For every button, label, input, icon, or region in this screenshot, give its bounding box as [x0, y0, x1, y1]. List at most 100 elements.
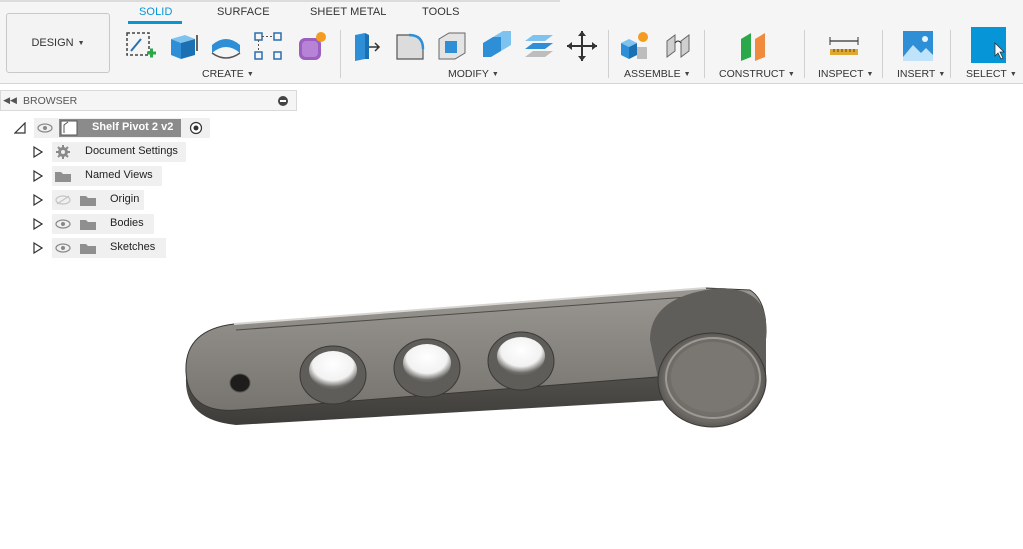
- caret-down-icon: ▼: [866, 70, 874, 78]
- lightening-hole-1: [309, 351, 357, 389]
- select-tool[interactable]: [970, 27, 1006, 64]
- create-form-tool[interactable]: [294, 28, 330, 64]
- joint-tool[interactable]: [660, 28, 696, 64]
- move-copy-tool[interactable]: [564, 28, 600, 64]
- browser-item-named-views[interactable]: Named Views: [0, 166, 300, 186]
- replace-face-tool[interactable]: [520, 28, 556, 64]
- design-workspace-dropdown[interactable]: DESIGN ▼: [6, 13, 110, 73]
- new-component-tool[interactable]: [616, 28, 652, 64]
- expand-triangle-icon[interactable]: [33, 218, 43, 230]
- select-icon: [971, 27, 1006, 63]
- folder-icon: [55, 172, 71, 182]
- collapse-triangle-icon[interactable]: [14, 122, 26, 134]
- construct-menu[interactable]: CONSTRUCT ▼: [719, 68, 795, 80]
- browser-item-origin[interactable]: Origin: [0, 190, 300, 210]
- modify-menu-label: MODIFY: [448, 68, 489, 80]
- offset-plane-tool[interactable]: [736, 28, 772, 64]
- replace-face-icon: [525, 35, 553, 57]
- combine-icon: [483, 31, 511, 57]
- create-menu-label: CREATE: [202, 68, 244, 80]
- toolbar-separator: [704, 30, 705, 78]
- component-icon: [60, 120, 78, 136]
- caret-down-icon: ▼: [1009, 70, 1017, 78]
- design-workspace-label: DESIGN: [31, 37, 74, 49]
- extrude-tool[interactable]: [164, 28, 200, 64]
- insert-canvas-tool[interactable]: [900, 28, 936, 64]
- pattern-tool[interactable]: [250, 28, 286, 64]
- press-pull-icon: [355, 33, 381, 61]
- folder-icon: [80, 220, 96, 230]
- toolbar: DESIGN ▼ SOLID SURFACE SHEET METAL TOOLS: [0, 0, 1023, 84]
- move-arrows-icon: [567, 31, 597, 61]
- browser-root-node[interactable]: Shelf Pivot 2 v2: [0, 118, 300, 138]
- shell-tool[interactable]: [434, 28, 470, 64]
- browser-header: ◀◀ BROWSER: [0, 90, 297, 111]
- insert-menu-label: INSERT: [897, 68, 936, 80]
- expand-triangle-icon[interactable]: [33, 170, 43, 182]
- offset-plane-icon: [741, 33, 765, 61]
- browser-item-label: Origin: [110, 193, 140, 205]
- browser-item-document-settings[interactable]: Document Settings: [0, 142, 300, 162]
- folder-icon: [80, 244, 96, 254]
- revolve-icon: [211, 39, 241, 59]
- select-menu[interactable]: SELECT ▼: [966, 68, 1017, 80]
- eye-hidden-icon[interactable]: [55, 195, 71, 205]
- modify-menu[interactable]: MODIFY ▼: [448, 68, 499, 80]
- eye-icon[interactable]: [55, 243, 71, 253]
- revolve-tool[interactable]: [208, 28, 244, 64]
- lightening-hole-3: [497, 337, 545, 375]
- active-tab-indicator: [128, 21, 182, 24]
- lightening-hole-2: [403, 344, 451, 382]
- toolbar-separator: [340, 30, 341, 78]
- measure-tool[interactable]: [826, 28, 862, 64]
- caret-down-icon: ▼: [246, 70, 254, 78]
- expand-triangle-icon[interactable]: [33, 194, 43, 206]
- 3d-viewport-model[interactable]: [150, 260, 800, 460]
- construct-menu-label: CONSTRUCT: [719, 68, 785, 80]
- folder-icon: [80, 196, 96, 206]
- fillet-tool[interactable]: [392, 28, 428, 64]
- expand-triangle-icon[interactable]: [33, 146, 43, 158]
- combine-tool[interactable]: [478, 28, 514, 64]
- inspect-menu[interactable]: INSPECT ▼: [818, 68, 873, 80]
- activate-radio-icon[interactable]: [189, 121, 203, 135]
- browser-item-label: Bodies: [110, 217, 144, 229]
- expand-triangle-icon[interactable]: [33, 242, 43, 254]
- press-pull-tool[interactable]: [348, 28, 384, 64]
- fusion-app-window: DESIGN ▼ SOLID SURFACE SHEET METAL TOOLS: [0, 0, 1023, 549]
- browser-item-label: Named Views: [85, 169, 153, 181]
- browser-minimize-icon[interactable]: [278, 96, 288, 106]
- root-node-label: Shelf Pivot 2 v2: [92, 121, 174, 133]
- tab-surface[interactable]: SURFACE: [217, 6, 270, 18]
- tab-solid[interactable]: SOLID: [139, 6, 173, 18]
- eye-icon[interactable]: [37, 123, 53, 133]
- collapse-panel-icon[interactable]: ◀◀: [1, 95, 19, 106]
- toolbar-separator: [804, 30, 805, 78]
- create-sketch-tool[interactable]: [122, 28, 158, 64]
- browser-item-sketches[interactable]: Sketches: [0, 238, 300, 258]
- form-icon: [299, 32, 326, 60]
- pin-hole: [229, 373, 251, 393]
- caret-down-icon: ▼: [787, 70, 795, 78]
- select-menu-label: SELECT: [966, 68, 1007, 80]
- image-icon: [903, 31, 933, 61]
- eye-icon[interactable]: [55, 219, 71, 229]
- caret-down-icon: ▼: [938, 70, 946, 78]
- joint-icon: [666, 34, 690, 58]
- tab-tools[interactable]: TOOLS: [422, 6, 460, 18]
- create-menu[interactable]: CREATE ▼: [202, 68, 254, 80]
- caret-down-icon: ▼: [77, 39, 85, 47]
- browser-item-bodies[interactable]: Bodies: [0, 214, 300, 234]
- tab-sheet-metal[interactable]: SHEET METAL: [310, 6, 387, 18]
- toolbar-separator: [608, 30, 609, 78]
- toolbar-separator: [950, 30, 951, 78]
- shell-icon: [438, 32, 466, 60]
- browser-item-label: Sketches: [110, 241, 156, 253]
- extrude-icon: [171, 35, 198, 59]
- insert-menu[interactable]: INSERT ▼: [897, 68, 945, 80]
- assemble-menu-label: ASSEMBLE: [624, 68, 681, 80]
- assemble-menu[interactable]: ASSEMBLE ▼: [624, 68, 691, 80]
- pattern-icon: [254, 32, 282, 60]
- caret-down-icon: ▼: [683, 70, 691, 78]
- pivot-cup-inner: [671, 342, 755, 412]
